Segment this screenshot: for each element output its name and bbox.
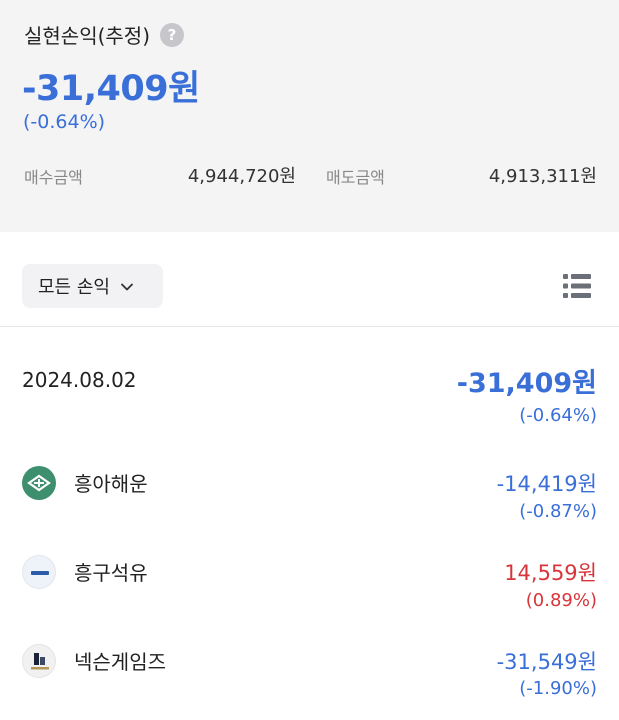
buy-amount-value: 4,944,720원 [187, 166, 296, 187]
heunggu-oil-logo-icon [22, 555, 56, 589]
stock-realized-rate: (-0.87%) [519, 501, 597, 522]
stock-row-heunggu-oil[interactable]: 흥구석유 14,559원 (0.89%) [0, 549, 619, 621]
total-realized-rate: (-0.64%) [23, 111, 106, 133]
stock-row-heungah-shipping[interactable]: 흥아해운 -14,419원 (-0.87%) [0, 460, 619, 532]
sell-amount-label: 매도금액 [326, 168, 385, 187]
help-icon[interactable]: ? [160, 22, 185, 47]
day-realized-amount: -31,409원 [456, 368, 597, 399]
stock-realized-amount: -31,549원 [496, 650, 597, 674]
stock-realized-amount: -14,419원 [496, 472, 597, 496]
profit-filter-dropdown[interactable]: 모든 손익 [22, 264, 163, 308]
list-icon[interactable] [562, 272, 592, 300]
stock-realized-rate: (0.89%) [525, 590, 597, 611]
summary-title: 실현손익(추정) [24, 24, 151, 48]
stock-name: 흥구석유 [74, 561, 148, 585]
summary-title-row: 실현손익(추정) ? [24, 20, 185, 49]
section-divider [0, 326, 619, 327]
buy-amount-label: 매수금액 [24, 168, 83, 187]
nexon-games-logo-icon [22, 644, 56, 678]
stock-name: 넥슨게임즈 [74, 650, 166, 674]
total-realized-amount: -31,409원 [22, 69, 200, 109]
sell-amount-value: 4,913,311원 [488, 166, 597, 187]
profit-filter-label: 모든 손익 [38, 277, 110, 298]
stock-name: 흥아해운 [74, 472, 148, 496]
day-realized-rate: (-0.64%) [519, 405, 597, 426]
summary-panel: 실현손익(추정) ? -31,409원 (-0.64%) 매수금액 4,944,… [0, 0, 619, 232]
stock-realized-amount: 14,559원 [504, 561, 597, 585]
heungah-shipping-logo-icon [22, 466, 56, 500]
stock-realized-rate: (-1.90%) [519, 678, 597, 699]
trade-date: 2024.08.02 [22, 368, 137, 392]
stock-row-nexon-games[interactable]: 넥슨게임즈 -31,549원 (-1.90%) [0, 637, 619, 709]
chevron-down-icon [120, 280, 133, 292]
